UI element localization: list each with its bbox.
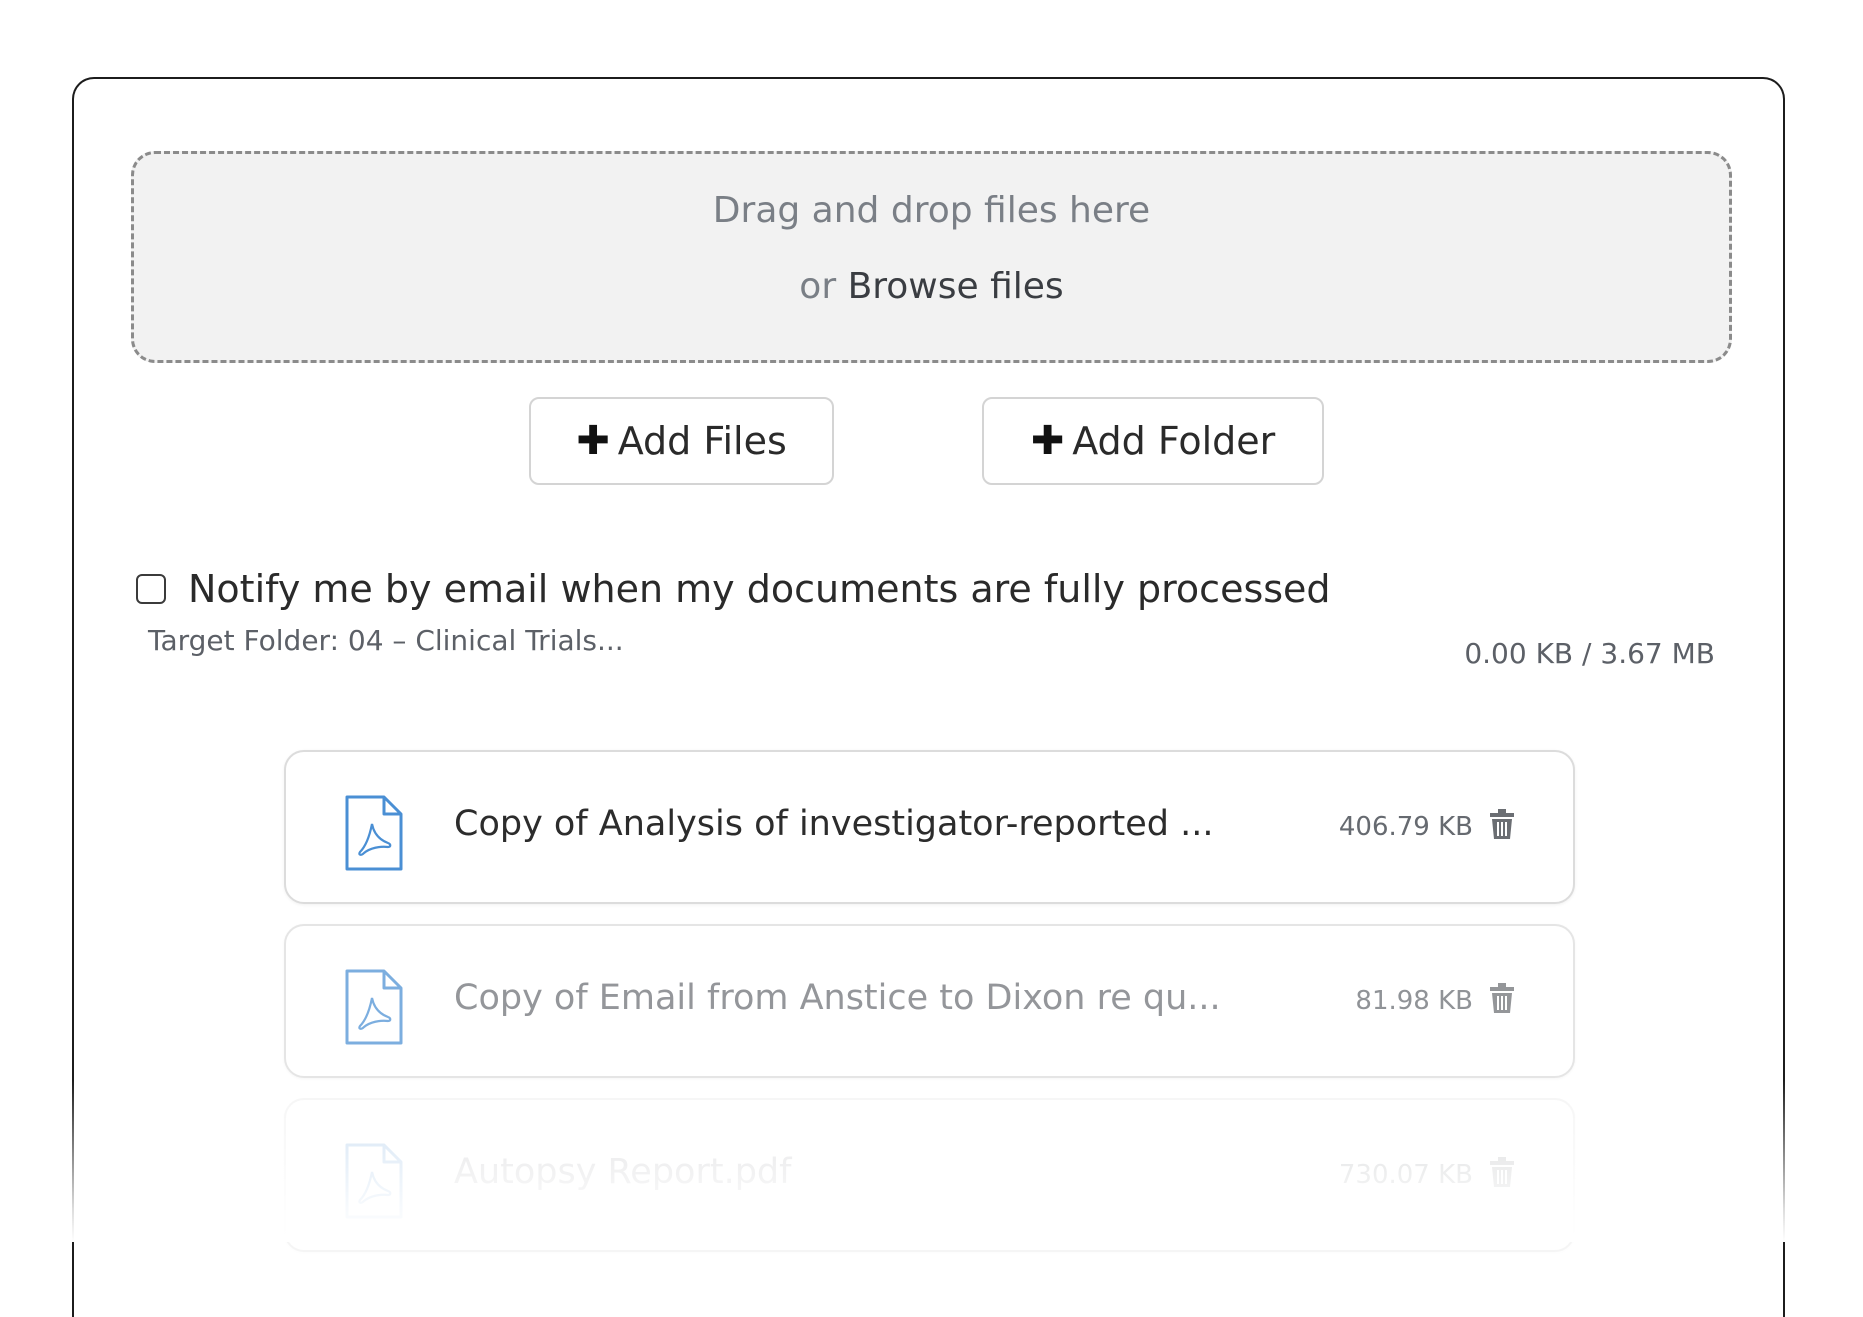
- pdf-icon: [345, 969, 403, 1045]
- file-list-item[interactable]: Copy of Analysis of investigator-reporte…: [284, 750, 1575, 904]
- pdf-icon: [345, 795, 403, 871]
- pdf-icon: [345, 1143, 403, 1219]
- plus-icon: ✚: [1030, 418, 1065, 464]
- target-folder-text: Target Folder: 04 – Clinical Trials...: [148, 624, 624, 657]
- file-name: Autopsy Report.pdf: [454, 1152, 792, 1192]
- trash-icon[interactable]: [1489, 982, 1515, 1014]
- total-size-text: 0.00 KB / 3.67 MB: [1464, 637, 1715, 670]
- notify-label[interactable]: Notify me by email when my documents are…: [188, 567, 1331, 611]
- add-files-label: Add Files: [617, 419, 787, 463]
- file-list-item[interactable]: Copy of Email from Anstice to Dixon re q…: [284, 924, 1575, 1078]
- plus-icon: ✚: [576, 418, 610, 464]
- notify-row: Notify me by email when my documents are…: [136, 567, 1331, 611]
- add-files-button[interactable]: ✚ Add Files: [529, 397, 834, 485]
- file-name: Copy of Analysis of investigator-reporte…: [454, 804, 1214, 844]
- add-folder-button[interactable]: ✚ Add Folder: [982, 397, 1324, 485]
- dropzone-title: Drag and drop files here: [712, 190, 1151, 231]
- browse-files-link[interactable]: Browse files: [848, 266, 1064, 307]
- trash-icon[interactable]: [1489, 808, 1515, 840]
- notify-checkbox[interactable]: [136, 574, 166, 604]
- upload-card: Drag and drop files here or Browse files…: [72, 77, 1785, 1317]
- file-size: 730.07 KB: [1338, 1160, 1473, 1190]
- file-size: 406.79 KB: [1338, 812, 1473, 842]
- trash-icon[interactable]: [1489, 1156, 1515, 1188]
- dropzone-browse-row: or Browse files: [134, 266, 1729, 307]
- file-name: Copy of Email from Anstice to Dixon re q…: [454, 978, 1221, 1018]
- file-list-item[interactable]: Autopsy Report.pdf 730.07 KB: [284, 1098, 1575, 1252]
- file-dropzone[interactable]: Drag and drop files here or Browse files: [131, 151, 1732, 363]
- add-folder-label: Add Folder: [1072, 419, 1276, 463]
- file-size: 81.98 KB: [1355, 986, 1473, 1016]
- dropzone-or-text: or: [799, 266, 837, 307]
